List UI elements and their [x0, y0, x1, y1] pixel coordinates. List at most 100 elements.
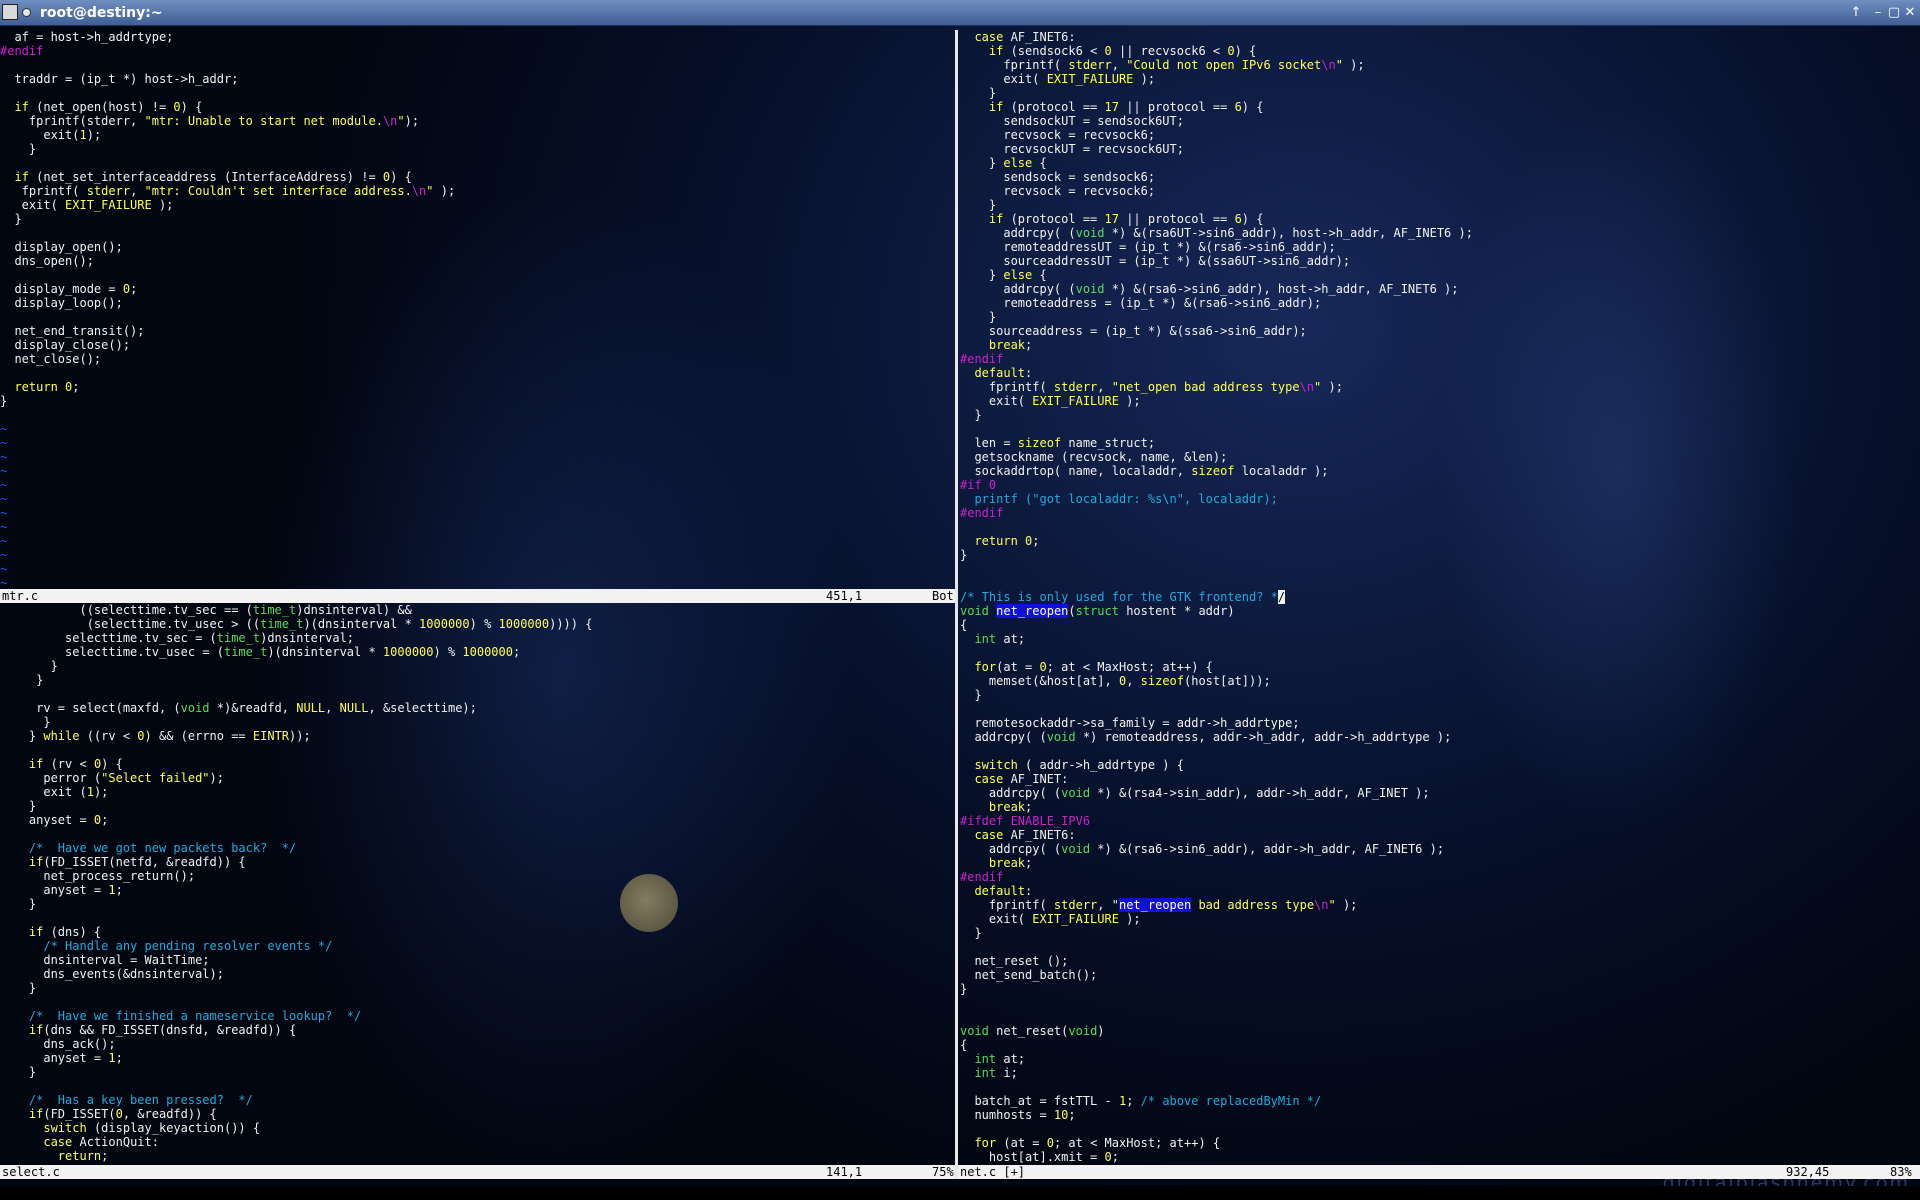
code-line[interactable]: net_end_transit(); [0, 324, 955, 338]
code-line[interactable]: return; [0, 1149, 955, 1163]
code-line[interactable]: int at; [960, 632, 1920, 646]
code-line[interactable]: if(FD_ISSET(netfd, &readfd)) { [0, 855, 955, 869]
code-line[interactable]: if (sendsock6 < 0 || recvsock6 < 0) { [960, 44, 1920, 58]
code-line[interactable]: display_loop(); [0, 296, 955, 310]
code-line[interactable] [960, 1080, 1920, 1094]
code-line[interactable]: } [0, 673, 955, 687]
code-line[interactable]: if (protocol == 17 || protocol == 6) { [960, 100, 1920, 114]
window-titlebar[interactable]: root@destiny:~ ↑ – ▢ ✕ [0, 0, 1920, 26]
code-line[interactable]: #endif [960, 870, 1920, 884]
code-line[interactable] [960, 1122, 1920, 1136]
code-line[interactable]: fprintf(stderr, "mtr: Unable to start ne… [0, 114, 955, 128]
code-line[interactable]: exit( EXIT_FAILURE ); [960, 394, 1920, 408]
code-line[interactable]: (selecttime.tv_usec > ((time_t)(dnsinter… [0, 617, 955, 631]
code-line[interactable]: } [0, 659, 955, 673]
terminal-app-icon[interactable] [2, 4, 18, 20]
code-line[interactable]: break; [960, 800, 1920, 814]
code-line[interactable]: sourceaddressUT = (ip_t *) &(ssa6UT->sin… [960, 254, 1920, 268]
code-line[interactable]: #endif [0, 44, 955, 58]
code-line[interactable]: #if 0 [960, 478, 1920, 492]
code-line[interactable]: recvsock = recvsock6; [960, 184, 1920, 198]
code-line[interactable]: } [0, 799, 955, 813]
code-line[interactable]: #endif [960, 506, 1920, 520]
code-line[interactable]: switch (display_keyaction()) { [0, 1121, 955, 1135]
code-line[interactable] [0, 827, 955, 841]
code-line[interactable]: case ActionQuit: [0, 1135, 955, 1149]
code-line[interactable]: addrcpy( (void *) remoteaddress, addr->h… [960, 730, 1920, 744]
editor-pane-select-c[interactable]: ((selecttime.tv_sec == (time_t)dnsinterv… [0, 603, 955, 1165]
code-line[interactable]: recvsock = recvsock6; [960, 128, 1920, 142]
code-line[interactable]: default: [960, 366, 1920, 380]
code-line[interactable] [960, 940, 1920, 954]
code-line[interactable]: #endif [960, 352, 1920, 366]
code-line[interactable]: } [0, 142, 955, 156]
code-line[interactable]: ~ [0, 464, 955, 478]
code-line[interactable]: sendsock = sendsock6; [960, 170, 1920, 184]
code-line[interactable]: { [960, 1038, 1920, 1052]
code-line[interactable]: } [0, 212, 955, 226]
code-line[interactable]: af = host->h_addrtype; [0, 30, 955, 44]
code-line[interactable]: default: [960, 884, 1920, 898]
code-line[interactable]: for(at = 0; at < MaxHost; at++) { [960, 660, 1920, 674]
code-line[interactable] [960, 996, 1920, 1010]
code-line[interactable]: if (protocol == 17 || protocol == 6) { [960, 212, 1920, 226]
code-line[interactable]: } [0, 715, 955, 729]
code-line[interactable]: } [960, 86, 1920, 100]
code-line[interactable]: ~ [0, 562, 955, 576]
code-line[interactable] [0, 743, 955, 757]
code-line[interactable]: } [960, 982, 1920, 996]
code-line[interactable]: ~ [0, 492, 955, 506]
code-line[interactable]: } [960, 688, 1920, 702]
code-line[interactable]: dns_open(); [0, 254, 955, 268]
code-line[interactable]: traddr = (ip_t *) host->h_addr; [0, 72, 955, 86]
code-area[interactable]: case AF_INET6: if (sendsock6 < 0 || recv… [960, 30, 1920, 1164]
code-line[interactable]: if (net_open(host) != 0) { [0, 100, 955, 114]
code-line[interactable]: fprintf( stderr, "mtr: Couldn't set inte… [0, 184, 955, 198]
shade-button-icon[interactable]: ↑ [1847, 4, 1865, 22]
code-line[interactable]: } [960, 548, 1920, 562]
code-line[interactable]: case AF_INET6: [960, 30, 1920, 44]
code-line[interactable]: rv = select(maxfd, (void *)&readfd, NULL… [0, 701, 955, 715]
code-line[interactable]: len = sizeof name_struct; [960, 436, 1920, 450]
code-line[interactable]: batch_at = fstTTL - 1; /* above replaced… [960, 1094, 1920, 1108]
code-area[interactable]: af = host->h_addrtype; #endif traddr = (i… [0, 30, 955, 588]
code-line[interactable]: if(FD_ISSET(0, &readfd)) { [0, 1107, 955, 1121]
code-line[interactable]: int at; [960, 1052, 1920, 1066]
code-line[interactable]: anyset = 1; [0, 883, 955, 897]
code-line[interactable]: remoteaddress = (ip_t *) &(rsa6->sin6_ad… [960, 296, 1920, 310]
code-line[interactable]: } [960, 198, 1920, 212]
code-line[interactable]: anyset = 1; [0, 1051, 955, 1065]
code-line[interactable]: exit (1); [0, 785, 955, 799]
code-line[interactable] [960, 744, 1920, 758]
code-line[interactable] [0, 86, 955, 100]
code-line[interactable]: getsockname (recvsock, name, &len); [960, 450, 1920, 464]
code-line[interactable]: int i; [960, 1066, 1920, 1080]
code-line[interactable]: /* Have we got new packets back? */ [0, 841, 955, 855]
code-line[interactable]: void net_reset(void) [960, 1024, 1920, 1038]
code-line[interactable]: if(dns && FD_ISSET(dnsfd, &readfd)) { [0, 1023, 955, 1037]
code-line[interactable]: selecttime.tv_sec = (time_t)dnsinterval; [0, 631, 955, 645]
window-menu-icon[interactable] [22, 8, 31, 17]
code-line[interactable]: } else { [960, 156, 1920, 170]
code-line[interactable]: fprintf( stderr, "net_reopen bad address… [960, 898, 1920, 912]
code-line[interactable]: if (net_set_interfaceaddress (InterfaceA… [0, 170, 955, 184]
close-button-icon[interactable]: ✕ [1901, 4, 1919, 22]
vertical-split-separator[interactable] [955, 30, 958, 1179]
code-line[interactable]: ~ [0, 576, 955, 588]
code-line[interactable]: ((selecttime.tv_sec == (time_t)dnsinterv… [0, 603, 955, 617]
code-line[interactable] [0, 1079, 955, 1093]
code-line[interactable]: ~ [0, 534, 955, 548]
code-line[interactable]: selecttime.tv_usec = (time_t)(dnsinterva… [0, 645, 955, 659]
code-line[interactable] [0, 310, 955, 324]
code-area[interactable]: ((selecttime.tv_sec == (time_t)dnsinterv… [0, 603, 955, 1163]
code-line[interactable]: } [960, 310, 1920, 324]
code-line[interactable]: #ifdef ENABLE_IPV6 [960, 814, 1920, 828]
code-line[interactable] [0, 911, 955, 925]
code-line[interactable]: addrcpy( (void *) &(rsa6->sin6_addr), ad… [960, 842, 1920, 856]
code-line[interactable]: return 0; [0, 380, 955, 394]
code-line[interactable]: } [0, 394, 955, 408]
code-line[interactable]: addrcpy( (void *) &(rsa4->sin_addr), add… [960, 786, 1920, 800]
code-line[interactable]: dnsinterval = WaitTime; [0, 953, 955, 967]
code-line[interactable]: /* Have we finished a nameservice lookup… [0, 1009, 955, 1023]
code-line[interactable]: case AF_INET6: [960, 828, 1920, 842]
